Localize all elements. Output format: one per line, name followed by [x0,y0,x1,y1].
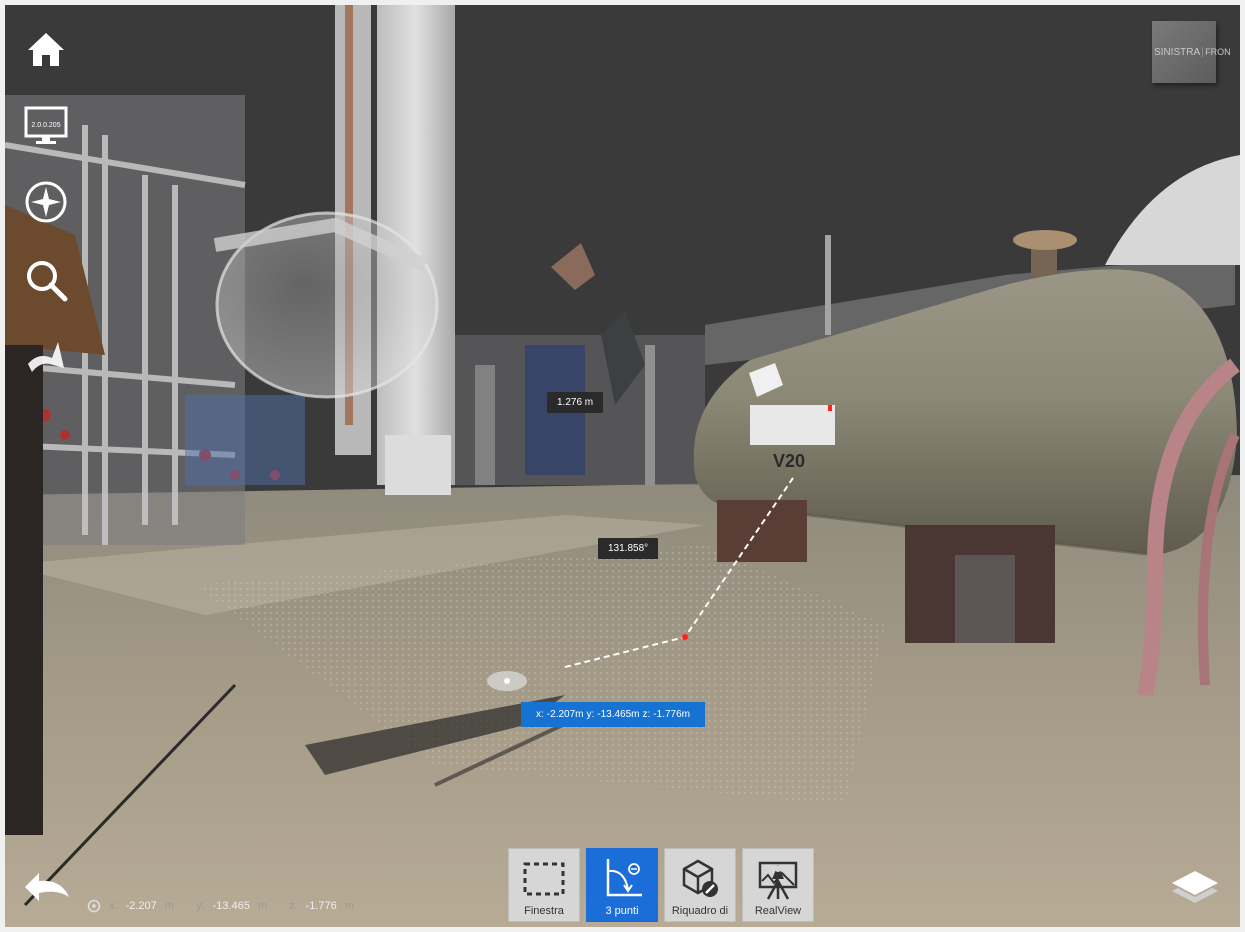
coord-y-label: y: [586,709,595,720]
nav-cube[interactable]: SINISTRA FRON [1152,21,1231,83]
bounding-box-icon [682,859,718,897]
zoom-button[interactable] [21,255,71,305]
point-cloud-scene: V20 [5,5,1240,927]
selection-rectangle-icon [523,862,565,896]
search-icon [27,261,68,302]
status-y-unit: m [257,900,267,912]
tool-finestra-label: Finestra [524,905,564,917]
navcube-left-face: SINISTRA [1154,46,1201,58]
measurement-toolbar: Finestra 3 punti Riquadro di RealView [508,848,814,922]
back-arrow-icon [25,873,69,901]
angle-label: 131.858° [598,538,659,559]
coord-x-label: x: [536,709,544,720]
view-button[interactable]: 2.0.0.205 [21,101,71,151]
coord-y-value: -13.465m [597,709,640,720]
point-cloud-viewport[interactable]: V20 2.0.0.205 SINISTRA FRON 1.276 m 131.… [5,5,1240,927]
status-z-value: -1.776 [305,900,337,912]
coord-z-label: z: [642,709,651,720]
status-x-unit: m [164,900,174,912]
back-button[interactable] [21,867,73,907]
compass-icon [25,181,67,223]
status-x-label: x: [109,900,118,912]
tool-riquadro-button[interactable]: Riquadro di [664,848,736,922]
realview-icon [758,861,798,900]
home-icon [28,33,64,66]
monitor-icon: 2.0.0.205 [24,106,68,144]
coordinate-tooltip: x: -2.207m y: -13.465m z: -1.776m [521,702,705,727]
coord-x-value: -2.207m [546,709,584,720]
status-x-value: -2.207 [125,900,157,912]
tool-riquadro-label: Riquadro di [671,905,729,917]
navcube-right-face: FRON [1202,47,1231,57]
status-bar: x: -2.207 m y: -13.465 m z: -1.776 m [87,897,368,915]
status-y-value: -13.465 [212,900,250,912]
layers-icon [1172,871,1218,903]
home-button[interactable] [21,25,71,75]
angle-measure-icon [606,859,642,897]
tool-finestra-button[interactable]: Finestra [508,848,580,922]
tool-3-punti-label: 3 punti [605,905,639,917]
tool-3-punti-button[interactable]: 3 punti [586,848,658,922]
coord-z-value: -1.776m [653,709,690,720]
svg-text:V20: V20 [773,451,805,471]
version-label: 2.0.0.205 [31,122,60,129]
walk-icon [28,342,64,372]
compass-button[interactable] [21,177,71,227]
tool-realview-button[interactable]: RealView [742,848,814,922]
walk-button[interactable] [21,333,71,383]
tool-realview-label: RealView [754,905,802,917]
layers-button[interactable] [1168,865,1222,909]
target-icon [87,899,101,913]
distance-label: 1.276 m [547,392,604,413]
status-z-unit: m [344,900,354,912]
status-y-label: y: [195,900,205,912]
status-z-label: z: [288,900,298,912]
